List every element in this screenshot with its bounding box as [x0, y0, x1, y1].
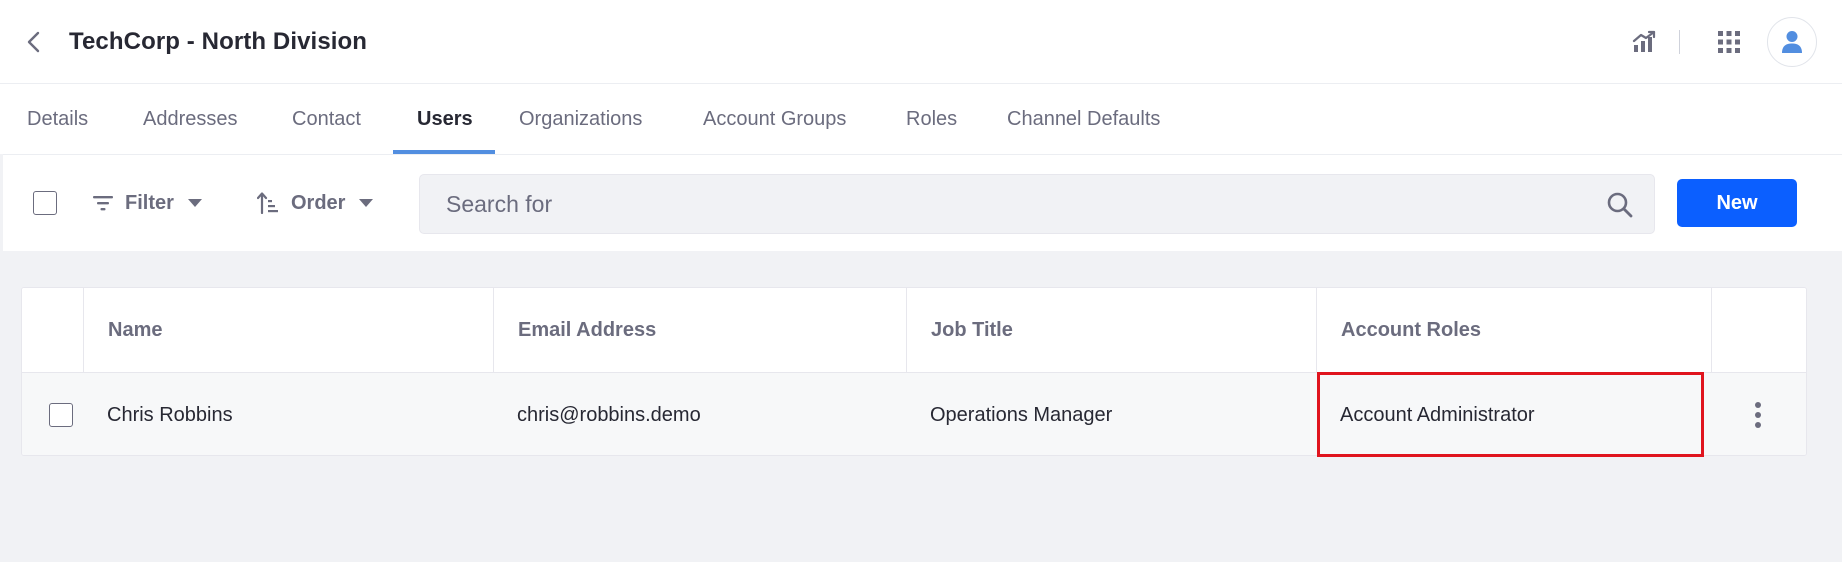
app-header: TechCorp - North Division [0, 0, 1842, 84]
order-icon [257, 192, 278, 214]
search-box [419, 174, 1655, 234]
tab-contact[interactable]: Contact [292, 84, 361, 154]
row-actions-button[interactable] [1740, 400, 1776, 430]
search-input[interactable] [420, 175, 1600, 233]
back-button[interactable] [18, 26, 50, 58]
page-title: TechCorp - North Division [69, 28, 368, 55]
analytics-button[interactable] [1627, 24, 1663, 60]
tab-bar: Details Addresses Contact Users Organiza… [0, 84, 1842, 154]
column-divider [493, 288, 494, 372]
search-icon[interactable] [1606, 191, 1634, 219]
filter-label: Filter [125, 191, 174, 214]
column-header-account-roles[interactable]: Account Roles [1341, 288, 1481, 373]
column-divider [1711, 288, 1712, 372]
tab-account-groups[interactable]: Account Groups [703, 84, 846, 154]
cell-name: Chris Robbins [107, 404, 233, 426]
filter-button[interactable]: Filter [93, 188, 202, 218]
tab-roles[interactable]: Roles [906, 84, 957, 154]
users-table: Name Email Address Job Title Account Rol… [21, 287, 1807, 456]
apps-grid-icon [1718, 31, 1740, 53]
chevron-left-icon [27, 31, 40, 53]
tab-channel-defaults[interactable]: Channel Defaults [1007, 84, 1160, 154]
column-header-name[interactable]: Name [108, 288, 162, 373]
column-divider [906, 288, 907, 372]
cell-email: chris@robbins.demo [517, 404, 701, 426]
order-button[interactable]: Order [257, 188, 374, 218]
tab-users[interactable]: Users [417, 84, 473, 154]
new-button[interactable]: New [1677, 179, 1797, 227]
caret-down-icon [187, 199, 202, 207]
apps-menu-button[interactable] [1711, 24, 1747, 60]
cell-account-roles[interactable]: Account Administrator [1340, 373, 1535, 455]
column-divider [1316, 288, 1317, 372]
table-header: Name Email Address Job Title Account Rol… [22, 288, 1806, 373]
tab-details[interactable]: Details [27, 84, 88, 154]
table-row[interactable]: Chris Robbins chris@robbins.demo Operati… [22, 373, 1806, 455]
select-all-checkbox[interactable] [33, 191, 57, 215]
column-divider [83, 288, 84, 372]
tab-addresses[interactable]: Addresses [143, 84, 238, 154]
kebab-menu-icon [1755, 402, 1761, 428]
analytics-icon [1632, 30, 1656, 52]
user-avatar[interactable] [1767, 17, 1817, 67]
tab-organizations[interactable]: Organizations [519, 84, 642, 154]
header-divider [1679, 30, 1680, 54]
order-label: Order [291, 191, 346, 214]
row-select-checkbox[interactable] [49, 403, 73, 427]
management-toolbar: Filter Order New [3, 154, 1842, 251]
filter-icon [93, 196, 113, 211]
column-header-email[interactable]: Email Address [518, 288, 656, 373]
cell-job-title: Operations Manager [930, 404, 1113, 426]
user-icon [1782, 31, 1802, 53]
caret-down-icon [359, 199, 374, 207]
column-header-job-title[interactable]: Job Title [931, 288, 1013, 373]
